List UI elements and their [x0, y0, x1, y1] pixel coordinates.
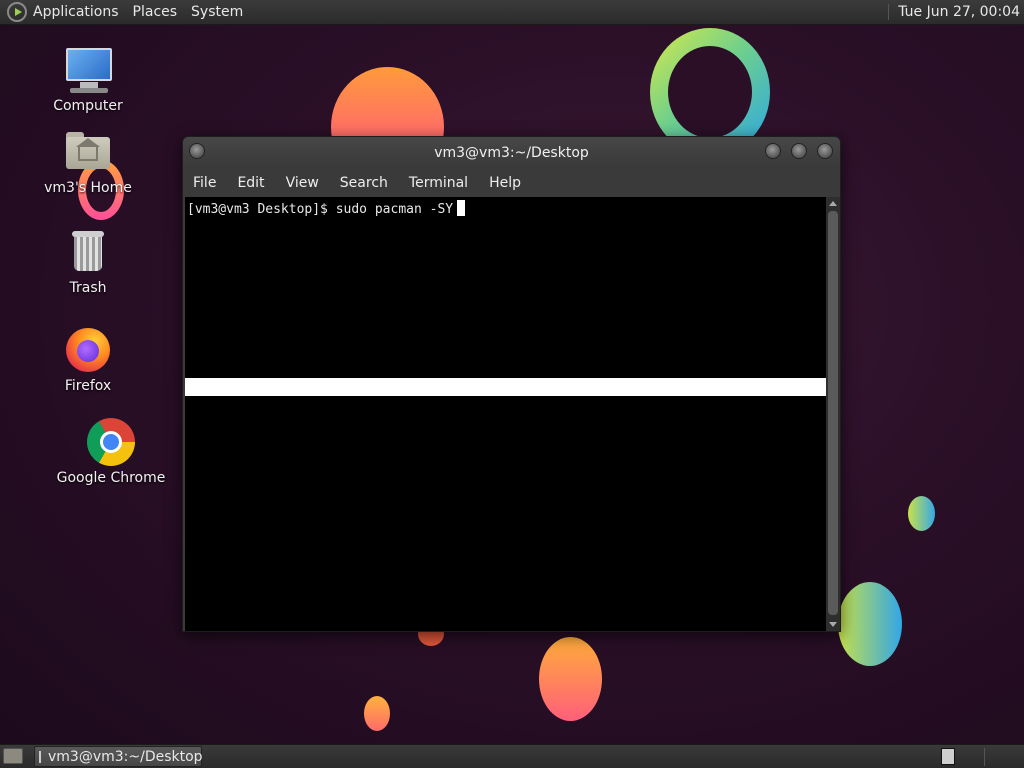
desktop-icon-computer[interactable]: Computer — [28, 46, 148, 114]
close-button[interactable] — [817, 143, 833, 159]
menu-edit[interactable]: Edit — [237, 175, 264, 191]
desktop-icon-label: Computer — [53, 98, 123, 114]
trash-icon — [64, 228, 112, 276]
desktop-icon-firefox[interactable]: Firefox — [28, 326, 148, 394]
window-menu-button[interactable] — [189, 143, 205, 159]
menu-search[interactable]: Search — [340, 175, 388, 191]
minimize-button[interactable] — [765, 143, 781, 159]
desktop-icon-label: Firefox — [64, 378, 112, 394]
desktop-icon-home[interactable]: vm3's Home — [28, 128, 148, 196]
menu-file[interactable]: File — [193, 175, 216, 191]
desktop-icon-trash[interactable]: Trash — [28, 228, 148, 296]
menu-view[interactable]: View — [286, 175, 319, 191]
top-panel: Applications Places System Tue Jun 27, 0… — [0, 0, 1024, 25]
chrome-icon — [87, 418, 135, 466]
scrollbar-thumb[interactable] — [828, 211, 838, 615]
terminal-scrollbar[interactable] — [826, 197, 840, 631]
distro-logo-icon[interactable] — [7, 2, 27, 22]
workspace-switcher-2[interactable] — [984, 748, 1020, 766]
terminal-prompt-line: [vm3@vm3 Desktop]$ sudo pacman -SY — [187, 202, 454, 217]
terminal-output[interactable]: [vm3@vm3 Desktop]$ sudo pacman -SY — [185, 197, 826, 631]
clock[interactable]: Tue Jun 27, 00:04 — [888, 4, 1020, 20]
desktop-icon-chrome[interactable]: Google Chrome — [51, 418, 171, 486]
maximize-button[interactable] — [791, 143, 807, 159]
menu-places[interactable]: Places — [133, 4, 178, 20]
workspace-switcher-1[interactable] — [941, 748, 955, 765]
desktop-icon-label: Google Chrome — [56, 470, 166, 486]
window-titlebar[interactable]: vm3@vm3:~/Desktop — [183, 137, 840, 168]
show-desktop-icon[interactable] — [3, 748, 23, 764]
scroll-down-icon[interactable] — [829, 622, 837, 627]
home-folder-icon — [64, 128, 112, 176]
wallpaper-shape — [364, 696, 390, 731]
render-artifact-band — [185, 378, 826, 396]
menu-system[interactable]: System — [191, 4, 243, 20]
desktop-icon-label: vm3's Home — [44, 180, 132, 196]
scroll-up-icon[interactable] — [829, 201, 837, 206]
window-title: vm3@vm3:~/Desktop — [434, 144, 589, 161]
menu-applications[interactable]: Applications — [33, 4, 119, 20]
taskbar-terminal-button[interactable]: vm3@vm3:~/Desktop — [34, 746, 203, 767]
menu-help[interactable]: Help — [489, 175, 521, 191]
computer-icon — [64, 46, 112, 94]
menu-terminal[interactable]: Terminal — [409, 175, 468, 191]
taskbar-label: vm3@vm3:~/Desktop — [48, 748, 203, 765]
bottom-panel: vm3@vm3:~/Desktop — [0, 744, 1024, 768]
wallpaper-shape — [539, 637, 602, 721]
firefox-icon — [64, 326, 112, 374]
wallpaper-shape — [838, 582, 902, 666]
desktop-icon-label: Trash — [69, 280, 107, 296]
terminal-icon — [39, 750, 41, 763]
terminal-window[interactable]: vm3@vm3:~/Desktop File Edit View Search … — [182, 136, 841, 632]
text-cursor — [457, 200, 466, 216]
terminal-menubar: File Edit View Search Terminal Help — [183, 168, 840, 197]
wallpaper-shape — [908, 496, 935, 531]
